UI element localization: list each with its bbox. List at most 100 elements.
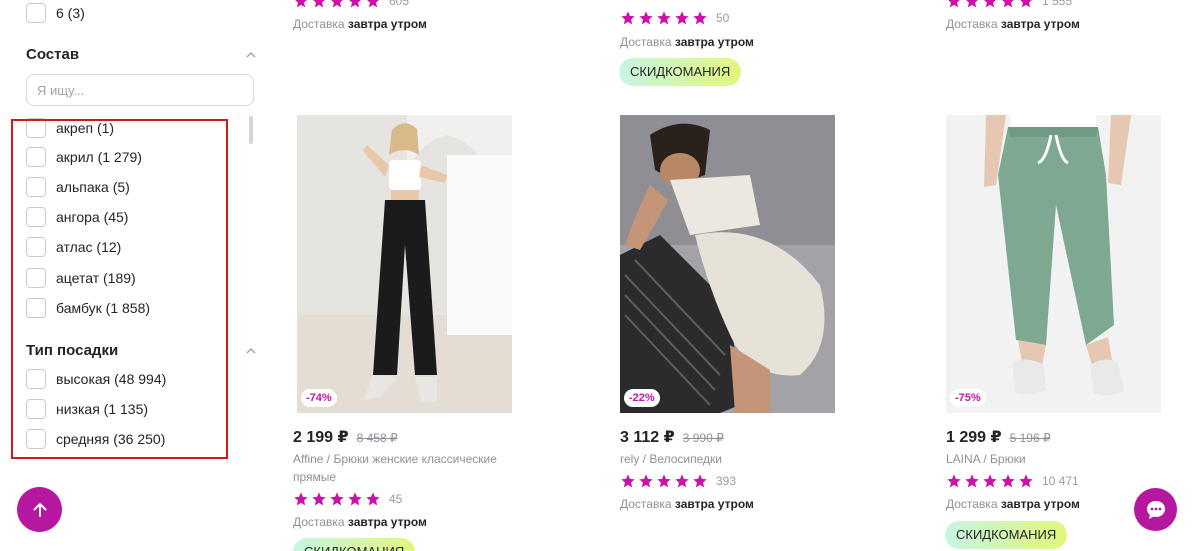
rating-stars: 605 bbox=[293, 0, 553, 9]
checkbox[interactable] bbox=[26, 207, 46, 227]
star-icon bbox=[620, 473, 636, 489]
product-image[interactable]: -74% bbox=[297, 115, 512, 413]
current-price: 1 299 ₽ bbox=[946, 429, 1002, 446]
filter-option-composition[interactable]: акрил (1 279) bbox=[26, 147, 142, 167]
filter-option-fit[interactable]: высокая (48 994) bbox=[26, 369, 166, 389]
delivery-time: завтра утром bbox=[1000, 17, 1080, 31]
checkbox[interactable] bbox=[26, 369, 46, 389]
star-icon bbox=[982, 473, 998, 489]
filter-option-size-6[interactable]: 6 (3) bbox=[26, 3, 85, 23]
rating-stars: 10 471 bbox=[946, 473, 1079, 489]
delivery-prefix: Доставка bbox=[293, 515, 345, 529]
delivery-info: Доставка завтра утром bbox=[293, 515, 427, 529]
rating-stars: 393 bbox=[620, 473, 736, 489]
star-icon bbox=[964, 0, 980, 9]
delivery-prefix: Доставка bbox=[620, 497, 672, 511]
checkbox[interactable] bbox=[26, 177, 46, 197]
filter-option-label: средняя (36 250) bbox=[56, 431, 166, 447]
promo-badge[interactable]: СКИДКОМАНИЯ bbox=[945, 521, 1068, 549]
filter-option-composition[interactable]: акреп (1) bbox=[26, 118, 114, 138]
star-icon bbox=[692, 10, 708, 26]
promo-badge[interactable]: СКИДКОМАНИЯ bbox=[619, 58, 742, 86]
discount-badge: -22% bbox=[624, 389, 660, 407]
delivery-time: завтра утром bbox=[1000, 497, 1080, 511]
delivery-time: завтра утром bbox=[347, 515, 427, 529]
arrow-up-icon bbox=[33, 502, 46, 517]
star-icon bbox=[946, 473, 962, 489]
chevron-up-icon[interactable] bbox=[245, 345, 257, 357]
old-price: 8 458 ₽ bbox=[356, 431, 398, 445]
star-icon bbox=[620, 10, 636, 26]
filter-option-label: бамбук (1 858) bbox=[56, 300, 151, 316]
review-count: 1 555 bbox=[1042, 0, 1073, 8]
star-icon bbox=[293, 0, 309, 9]
discount-badge: -74% bbox=[301, 389, 337, 407]
promo-badge[interactable]: СКИДКОМАНИЯ bbox=[293, 538, 416, 551]
price-block: 1 299 ₽ 5 196 ₽ bbox=[946, 427, 1051, 447]
star-icon bbox=[347, 491, 363, 507]
checkbox[interactable] bbox=[26, 3, 46, 23]
filter-option-composition[interactable]: альпака (5) bbox=[26, 177, 130, 197]
star-icon bbox=[1000, 0, 1016, 9]
fit-type-filter-title[interactable]: Тип посадки bbox=[26, 342, 118, 359]
checkbox[interactable] bbox=[26, 399, 46, 419]
composition-list-scrollbar[interactable] bbox=[249, 116, 253, 144]
product-name[interactable]: LAINA / Брюки bbox=[946, 450, 1176, 468]
review-count: 45 bbox=[389, 492, 403, 506]
composition-filter-title[interactable]: Состав bbox=[26, 46, 79, 63]
star-icon bbox=[964, 473, 980, 489]
filter-option-composition[interactable]: бамбук (1 858) bbox=[26, 298, 150, 318]
delivery-prefix: Доставка bbox=[946, 497, 998, 511]
current-price: 2 199 ₽ bbox=[293, 429, 349, 446]
scroll-to-top-button[interactable] bbox=[17, 487, 62, 532]
star-icon bbox=[674, 473, 690, 489]
filter-option-composition[interactable]: атлас (12) bbox=[26, 237, 121, 257]
product-image[interactable]: -75% bbox=[946, 115, 1161, 413]
star-icon bbox=[311, 491, 327, 507]
checkbox[interactable] bbox=[26, 429, 46, 449]
filter-option-label: 6 (3) bbox=[56, 5, 85, 21]
rating-stars: 50 bbox=[620, 10, 880, 26]
star-icon bbox=[692, 473, 708, 489]
chat-button[interactable] bbox=[1134, 488, 1177, 531]
delivery-info: Доставка завтра утром bbox=[620, 35, 754, 49]
chevron-up-icon[interactable] bbox=[245, 49, 257, 61]
delivery-time: завтра утром bbox=[674, 497, 754, 511]
price-block: 3 112 ₽ 3 990 ₽ bbox=[620, 427, 724, 447]
checkbox[interactable] bbox=[26, 298, 46, 318]
star-icon bbox=[656, 473, 672, 489]
filter-option-label: акрил (1 279) bbox=[56, 149, 142, 165]
composition-search-input[interactable] bbox=[26, 74, 254, 106]
product-card-top[interactable]: 1 555 bbox=[946, 0, 1200, 9]
star-icon bbox=[1018, 0, 1034, 9]
star-icon bbox=[1018, 473, 1034, 489]
star-icon bbox=[656, 10, 672, 26]
checkbox[interactable] bbox=[26, 268, 46, 288]
product-name[interactable]: rely / Велосипедки bbox=[620, 450, 850, 468]
product-card-top[interactable]: 605 bbox=[293, 0, 553, 9]
product-name[interactable]: Affine / Брюки женские классические прям… bbox=[293, 450, 523, 486]
filter-option-label: высокая (48 994) bbox=[56, 371, 167, 387]
star-icon bbox=[674, 10, 690, 26]
product-image[interactable]: -22% bbox=[620, 115, 835, 413]
filter-sidebar: 6 (3) Состав акреп (1) акрил (1 279) аль… bbox=[0, 0, 270, 551]
old-price: 5 196 ₽ bbox=[1009, 431, 1051, 445]
delivery-prefix: Доставка bbox=[620, 35, 672, 49]
checkbox[interactable] bbox=[26, 237, 46, 257]
filter-option-composition[interactable]: ангора (45) bbox=[26, 207, 128, 227]
checkbox[interactable] bbox=[26, 118, 46, 138]
filter-option-label: атлас (12) bbox=[56, 239, 122, 255]
delivery-info: Доставка завтра утром bbox=[620, 497, 754, 511]
delivery-time: завтра утром bbox=[347, 17, 427, 31]
delivery-prefix: Доставка bbox=[293, 17, 345, 31]
star-icon bbox=[329, 491, 345, 507]
product-card-top[interactable]: 50 bbox=[620, 10, 880, 26]
filter-option-fit[interactable]: низкая (1 135) bbox=[26, 399, 148, 419]
rating-stars: 45 bbox=[293, 491, 402, 507]
star-icon bbox=[311, 0, 327, 9]
filter-option-fit[interactable]: средняя (36 250) bbox=[26, 429, 165, 449]
checkbox[interactable] bbox=[26, 147, 46, 167]
current-price: 3 112 ₽ bbox=[620, 429, 675, 446]
filter-option-composition[interactable]: ацетат (189) bbox=[26, 268, 136, 288]
star-icon bbox=[638, 10, 654, 26]
